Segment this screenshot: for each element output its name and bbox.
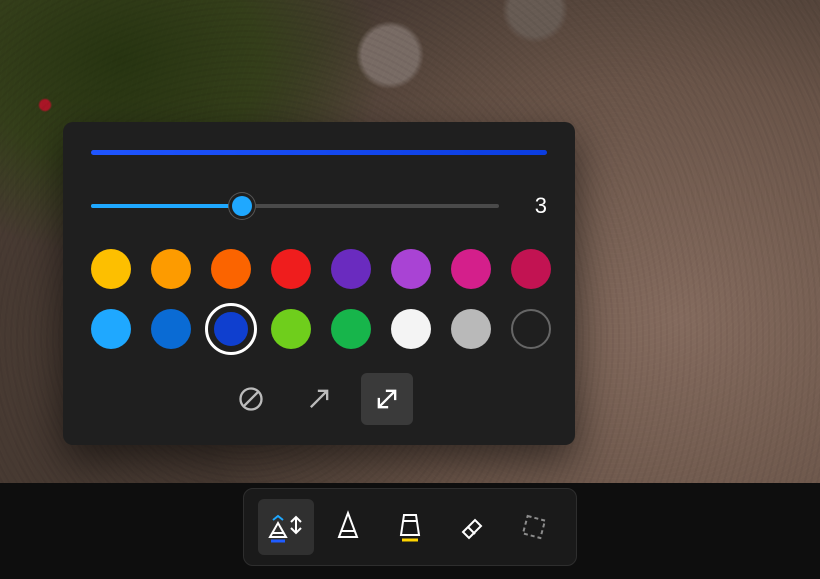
markup-toolbar [243, 488, 577, 566]
color-swatch[interactable] [151, 309, 191, 349]
eraser-tool[interactable] [444, 499, 500, 555]
arrow-none-button[interactable] [225, 373, 277, 425]
size-value: 3 [527, 193, 547, 219]
color-swatch[interactable] [451, 309, 491, 349]
crop-tool[interactable] [506, 499, 562, 555]
bottom-band [0, 483, 820, 579]
color-swatch[interactable] [331, 249, 371, 289]
color-swatch[interactable] [331, 309, 371, 349]
color-swatches [91, 249, 547, 349]
color-swatch[interactable] [511, 309, 551, 349]
slider-thumb[interactable] [232, 196, 252, 216]
size-slider[interactable] [91, 198, 499, 214]
pen-tool[interactable] [320, 499, 376, 555]
pen-arrow-tool[interactable] [258, 499, 314, 555]
color-swatch[interactable] [151, 249, 191, 289]
arrow-style-row [91, 373, 547, 425]
stroke-preview [91, 150, 547, 155]
size-slider-row: 3 [91, 193, 547, 219]
color-swatch[interactable] [391, 309, 431, 349]
color-swatch[interactable] [91, 249, 131, 289]
color-swatch[interactable] [211, 309, 251, 349]
color-swatch[interactable] [91, 309, 131, 349]
arrow-double-button[interactable] [361, 373, 413, 425]
color-swatch[interactable] [391, 249, 431, 289]
pen-options-panel: 3 [63, 122, 575, 445]
color-swatch[interactable] [511, 249, 551, 289]
color-swatch[interactable] [211, 249, 251, 289]
color-swatch[interactable] [451, 249, 491, 289]
arrow-single-button[interactable] [293, 373, 345, 425]
slider-track-fill [91, 204, 242, 208]
color-swatch[interactable] [271, 309, 311, 349]
color-swatch[interactable] [271, 249, 311, 289]
highlighter-tool[interactable] [382, 499, 438, 555]
